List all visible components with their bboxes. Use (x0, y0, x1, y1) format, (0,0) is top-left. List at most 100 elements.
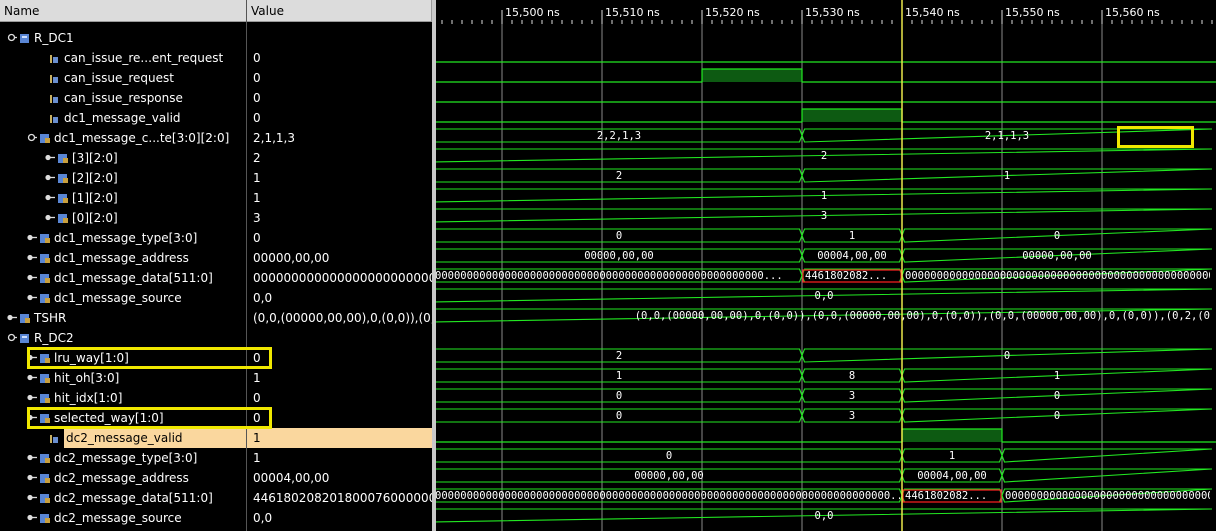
signal-row-dc2-message-data-511-0[interactable]: dc2_message_data[511:0] (0, 488, 246, 508)
signal-row-1-2-0[interactable]: [1][2:0] (0, 188, 246, 208)
signal-row-dc1-message-c-te-3-0-2-0[interactable]: dc1_message_c...te[3:0][2:0] (0, 128, 246, 148)
signal-name: dc1_message_c...te[3:0][2:0] (54, 131, 230, 145)
signal-row-r-dc2[interactable]: R_DC2 (0, 328, 246, 348)
waveform-can-issue-request[interactable] (436, 68, 1216, 83)
waveform-dc1-message-source[interactable]: 0,0 (436, 288, 1213, 303)
expand-closed-icon[interactable] (26, 492, 37, 503)
waveform-selected-way-1-0[interactable]: 0 3 0 (436, 408, 1213, 423)
waveform-dc2-message-type-3-0[interactable]: 01 (436, 448, 1213, 463)
bus-value-label: 1 (821, 190, 827, 202)
waveform-dc2-message-data-511-0[interactable]: 0000000000000000000000000000000000000000… (436, 488, 1216, 503)
expand-open-icon[interactable] (6, 32, 17, 43)
expand-closed-icon[interactable] (26, 252, 37, 263)
signal-name: dc1_message_valid (64, 111, 181, 125)
waveform-dc1-message-address[interactable]: 00000,00,00 00004,00,00 00000,00,00 (436, 248, 1213, 263)
signal-row-can-issue-re-ent-request[interactable]: can_issue_re...ent_request (0, 48, 246, 68)
high-pulse (702, 69, 802, 82)
signal-row-dc2-message-valid[interactable]: dc2_message_valid (0, 428, 246, 448)
expand-closed-icon[interactable] (26, 372, 37, 383)
bit-signal-icon (50, 55, 58, 63)
expand-closed-icon[interactable] (26, 412, 37, 423)
expand-closed-icon[interactable] (26, 292, 37, 303)
waveform-canvas[interactable]: 15,500 ns 15,510 ns 15,520 ns 15,530 ns 15,5… (436, 0, 1216, 531)
expand-open-icon[interactable] (26, 132, 37, 143)
expand-closed-icon[interactable] (44, 172, 55, 183)
bus-value-label: 00004,00,00 (917, 470, 987, 482)
waveform-pane[interactable]: 15,500 ns 15,510 ns 15,520 ns 15,530 ns 15,5… (436, 0, 1216, 531)
expand-closed-icon[interactable] (26, 472, 37, 483)
signal-name: dc1_message_type[3:0] (54, 231, 198, 245)
signal-row-dc1-message-address[interactable]: dc1_message_address (0, 248, 246, 268)
expand-closed-icon[interactable] (26, 272, 37, 283)
signal-row-can-issue-request[interactable]: can_issue_request (0, 68, 246, 88)
waveform-dc2-message-valid[interactable] (436, 428, 1216, 443)
bus-value-label: 0 (666, 450, 672, 462)
bus-value-label: 0 (616, 230, 622, 242)
signal-row-selected-way-1-0[interactable]: selected_way[1:0] (0, 408, 246, 428)
bus-value-label: 3 (849, 410, 855, 422)
bus-value-label: (0,0,(00000,00,00),0,(0,0)),(0,0,(00000,… (635, 310, 1210, 322)
signal-row-hit-oh-3-0[interactable]: hit_oh[3:0] (0, 368, 246, 388)
signal-row-tshr[interactable]: TSHR (0, 308, 246, 328)
signal-row-r-dc1[interactable]: R_DC1 (0, 28, 246, 48)
bus-value-label: 4461802082... (905, 490, 987, 502)
expand-closed-icon[interactable] (26, 392, 37, 403)
ruler-label: 15,550 ns (1005, 6, 1060, 19)
expand-closed-icon[interactable] (26, 452, 37, 463)
bus-value-label: 8 (849, 370, 855, 382)
signal-row-can-issue-response[interactable]: can_issue_response (0, 88, 246, 108)
expand-open-icon[interactable] (6, 332, 17, 343)
signal-row-dc1-message-data-511-0[interactable]: dc1_message_data[511:0] (0, 268, 246, 288)
expand-closed-icon[interactable] (26, 512, 37, 523)
waveform-dc1-message-type-3-0[interactable]: 0 1 0 (436, 228, 1213, 243)
signal-value-selected-way-1-0: 0 (253, 411, 261, 425)
bus-signal-icon (58, 154, 68, 163)
waveform-1-2-0[interactable]: 1 (436, 188, 1213, 203)
waveform-dc2-message-source[interactable]: 0,0 (436, 508, 1213, 523)
bus-value-label: 0 (1054, 390, 1060, 402)
signal-row-dc1-message-source[interactable]: dc1_message_source (0, 288, 246, 308)
bus-signal-icon (40, 474, 50, 483)
waveform-tshr[interactable]: (0,0,(00000,00,00),0,(0,0)),(0,0,(00000,… (436, 308, 1213, 323)
signal-row-3-2-0[interactable]: [3][2:0] (0, 148, 246, 168)
waveform-dc1-message-c-te-3-0-2-0[interactable]: 2,2,1,3 2,1,1,3 (436, 128, 1213, 143)
waveform-lru-way-1-0[interactable]: 20 (436, 348, 1213, 363)
waveform-0-2-0[interactable]: 3 (436, 208, 1213, 223)
waveform-dc1-message-valid[interactable] (436, 108, 1216, 123)
signal-row-dc1-message-valid[interactable]: dc1_message_valid (0, 108, 246, 128)
bus-signal-icon (40, 254, 50, 263)
bus-value-label: 3 (849, 390, 855, 402)
signal-row-dc2-message-source[interactable]: dc2_message_source (0, 508, 246, 528)
expand-closed-icon[interactable] (26, 352, 37, 363)
signal-row-dc1-message-type-3-0[interactable]: dc1_message_type[3:0] (0, 228, 246, 248)
bus-value-label: 0000000000000000000000000000000000000000… (436, 270, 783, 282)
signal-row-dc2-message-type-3-0[interactable]: dc2_message_type[3:0] (0, 448, 246, 468)
expand-closed-icon[interactable] (44, 152, 55, 163)
signal-row-lru-way-1-0[interactable]: lru_way[1:0] (0, 348, 246, 368)
value-column-header[interactable]: Value (247, 0, 432, 22)
column-divider[interactable] (246, 0, 247, 531)
signal-value-3-2-0: 2 (253, 151, 261, 165)
waveform-dc2-message-address[interactable]: 00000,00,00 00004,00,00 (436, 468, 1213, 483)
expand-closed-icon[interactable] (44, 192, 55, 203)
expand-closed-icon[interactable] (6, 312, 17, 323)
waveform-hit-idx-1-0[interactable]: 0 3 0 (436, 388, 1213, 403)
bus-signal-icon (40, 134, 50, 143)
signal-name: [0][2:0] (72, 211, 118, 225)
signal-row-hit-idx-1-0[interactable]: hit_idx[1:0] (0, 388, 246, 408)
signal-value-dc1-message-source: 0,0 (253, 291, 273, 305)
bus-value-label: 0000000000000000000000000000000000000000… (905, 270, 1216, 282)
name-column-header[interactable]: Name (0, 0, 247, 22)
bus-signal-icon (58, 214, 68, 223)
waveform-2-2-0[interactable]: 21 (436, 168, 1213, 183)
signal-value-dc1-message-c-te-3-0-2-0: 2,1,1,3 (253, 131, 295, 145)
signal-row-dc2-message-address[interactable]: dc2_message_address (0, 468, 246, 488)
expand-closed-icon[interactable] (26, 232, 37, 243)
waveform-hit-oh-3-0[interactable]: 1 8 1 (436, 368, 1213, 383)
expand-closed-icon[interactable] (44, 212, 55, 223)
signal-row-2-2-0[interactable]: [2][2:0] (0, 168, 246, 188)
bus-value-label: 2,1,1,3 (985, 130, 1029, 142)
waveform-dc1-message-data-511-0[interactable]: 0000000000000000000000000000000000000000… (436, 268, 1216, 283)
waveform-3-2-0[interactable]: 2 (436, 148, 1213, 163)
signal-row-0-2-0[interactable]: [0][2:0] (0, 208, 246, 228)
